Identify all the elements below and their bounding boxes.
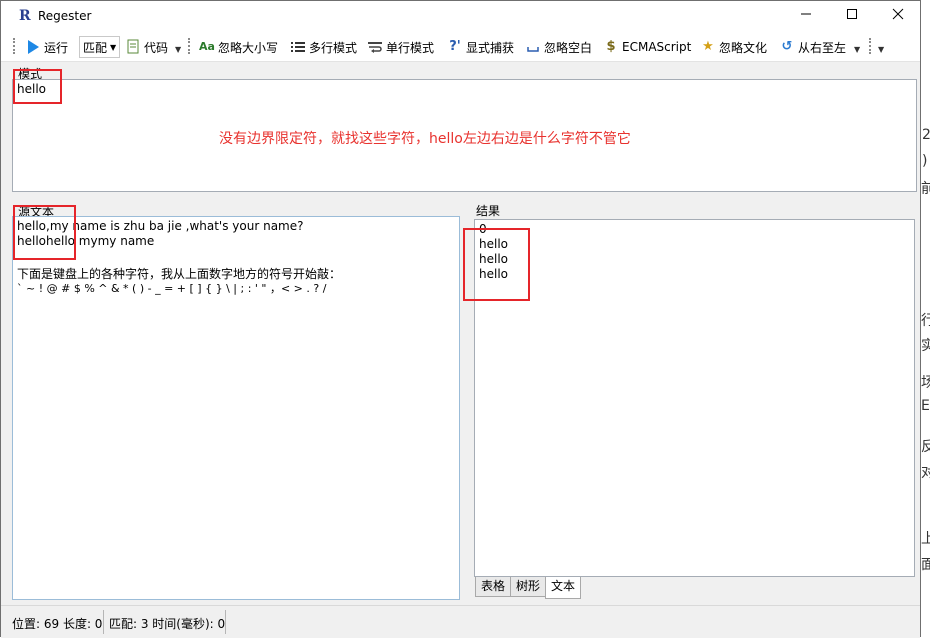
highlight-box-result — [463, 228, 530, 301]
background-text-fragment: ) — [922, 153, 928, 169]
background-text-fragment: E — [921, 398, 930, 414]
ignore-case-label: 忽略大小写 — [218, 40, 279, 55]
app-window: R Regester 运行 匹配 ▼ 代码 ▼ Aa 忽略大小写 多行模式 单行… — [0, 0, 921, 638]
toolbar-options-icon[interactable]: ▼ — [878, 45, 884, 54]
background-text-fragment: 行 — [921, 313, 930, 329]
case-icon: Aa — [199, 40, 215, 53]
ignore-case-toggle[interactable]: Aa 忽略大小写 — [199, 38, 278, 56]
code-document-icon — [125, 39, 141, 55]
right-to-left-toggle[interactable]: ↺ 从右至左 — [779, 38, 846, 56]
overflow-arrow-icon[interactable]: ▼ — [175, 45, 181, 54]
singleline-toggle[interactable]: 单行模式 — [367, 38, 434, 56]
run-button[interactable]: 运行 — [25, 38, 68, 56]
source-line: ` ~ ! @ # $ % ^ & * ( ) - _ = + [ ] { } … — [17, 282, 327, 295]
highlight-box-source — [13, 205, 76, 260]
maximize-button[interactable] — [829, 1, 875, 31]
tab-tree[interactable]: 树形 — [510, 577, 547, 597]
status-position-length: 位置: 69 长度: 0 — [12, 617, 103, 631]
background-text-fragment: 上 — [921, 531, 930, 547]
background-text-fragment: 面 — [921, 557, 930, 573]
status-bar: 位置: 69 长度: 0 匹配: 3 时间(毫秒): 0 — [1, 605, 920, 638]
background-text-fragment: 场 — [921, 375, 930, 391]
close-icon — [892, 8, 904, 20]
tab-text[interactable]: 文本 — [545, 577, 582, 599]
match-label: 匹配 — [83, 40, 108, 55]
right-to-left-label: 从右至左 — [798, 40, 847, 55]
ignore-whitespace-toggle[interactable]: 忽略空白 — [525, 38, 592, 56]
ecmascript-label: ECMAScript — [622, 40, 692, 54]
multiline-toggle[interactable]: 多行模式 — [290, 38, 357, 56]
background-text-fragment: 对 — [921, 465, 930, 481]
multiline-label: 多行模式 — [309, 40, 358, 55]
chevron-down-icon: ▼ — [110, 42, 117, 52]
star-icon: ★ — [702, 39, 714, 54]
window-title: Regester — [38, 9, 92, 23]
source-textarea[interactable]: hello,my name is zhu ba jie ,what's your… — [12, 216, 460, 600]
ecmascript-toggle[interactable]: $ ECMAScript — [603, 38, 691, 56]
ignore-whitespace-label: 忽略空白 — [544, 40, 593, 55]
toolbar-grip[interactable] — [869, 38, 874, 54]
question-mark-icon: ?' — [449, 39, 461, 54]
annotation-text: 没有边界限定符，就找这些字符，hello左边右边是什么字符不管它 — [219, 131, 631, 147]
background-text-fragment: 实 — [921, 338, 930, 354]
whitespace-icon — [525, 39, 541, 55]
minimize-icon — [801, 13, 811, 15]
background-text-fragment: 2 — [922, 127, 930, 143]
result-tabs: 表格 树形 文本 — [475, 577, 582, 599]
close-button[interactable] — [875, 1, 921, 31]
singleline-label: 单行模式 — [386, 40, 435, 55]
script-icon: $ — [606, 39, 616, 54]
ignore-culture-label: 忽略文化 — [719, 40, 768, 55]
match-dropdown[interactable]: 匹配 ▼ — [79, 36, 121, 58]
status-divider — [103, 610, 104, 634]
explicit-capture-label: 显式捕获 — [466, 40, 515, 55]
refresh-arrow-icon: ↺ — [781, 39, 793, 54]
background-text-fragment: 反 — [921, 439, 930, 455]
code-button[interactable]: 代码 — [125, 38, 168, 56]
toolbar: 运行 匹配 ▼ 代码 ▼ Aa 忽略大小写 多行模式 单行模式 ?' 显式捕获 … — [1, 31, 920, 62]
run-label: 运行 — [44, 40, 69, 55]
ignore-culture-toggle[interactable]: ★ 忽略文化 — [700, 38, 767, 56]
tab-table[interactable]: 表格 — [475, 577, 512, 597]
toolbar-grip[interactable] — [188, 38, 193, 54]
maximize-icon — [847, 9, 857, 19]
result-output[interactable]: 0 hello hello hello — [474, 219, 915, 577]
status-divider — [225, 610, 226, 634]
status-match-time: 匹配: 3 时间(毫秒): 0 — [109, 617, 226, 631]
minimize-button[interactable] — [783, 1, 829, 31]
result-label: 结果 — [476, 204, 501, 218]
code-label: 代码 — [144, 40, 169, 55]
list-icon — [290, 39, 306, 55]
explicit-capture-toggle[interactable]: ?' 显式捕获 — [447, 38, 514, 56]
toolbar-grip[interactable] — [13, 38, 18, 54]
title-bar[interactable]: R Regester — [1, 1, 920, 31]
app-logo-icon: R — [19, 8, 31, 24]
wrap-icon — [367, 39, 383, 55]
highlight-box-pattern — [13, 69, 62, 104]
background-text-fragment: 前 — [921, 181, 930, 197]
play-icon — [25, 39, 41, 55]
overflow-arrow-icon[interactable]: ▼ — [854, 45, 860, 54]
